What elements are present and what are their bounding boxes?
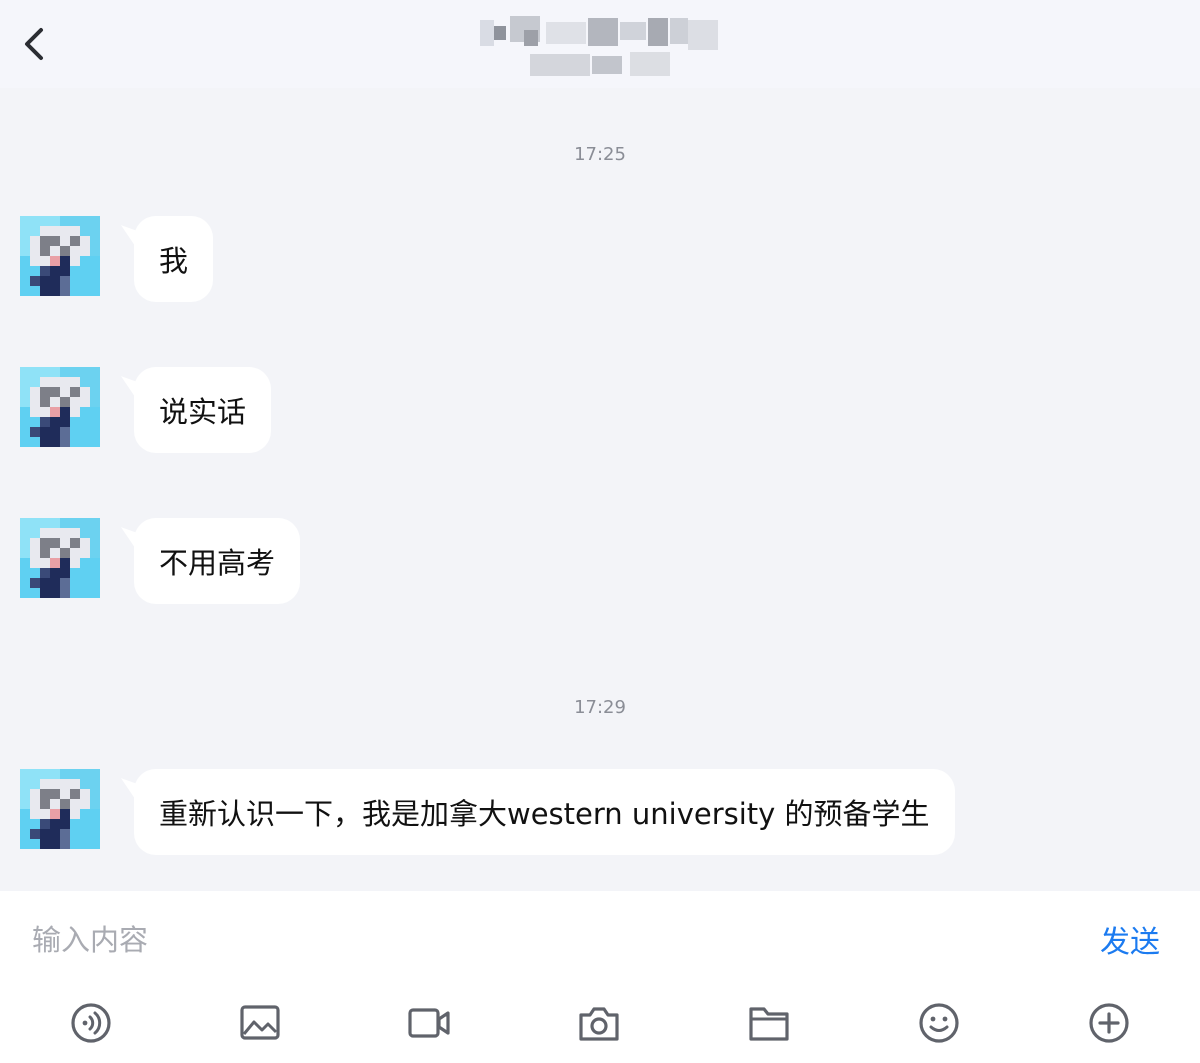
composer: 发送 (0, 891, 1200, 1063)
file-button[interactable] (747, 1001, 791, 1045)
camera-button[interactable] (577, 1001, 621, 1045)
message-bubble[interactable]: 不用高考 (134, 518, 301, 604)
voice-button[interactable] (69, 1001, 113, 1045)
chevron-left-icon (25, 28, 43, 60)
avatar[interactable] (20, 769, 100, 849)
timestamp: 17:25 (574, 144, 626, 165)
more-button[interactable] (1087, 1001, 1131, 1045)
camera-icon (579, 1007, 619, 1041)
video-button[interactable] (407, 1001, 451, 1045)
emoji-icon (919, 1003, 959, 1043)
message-input[interactable] (30, 909, 1034, 971)
emoji-button[interactable] (917, 1001, 961, 1045)
chat-area[interactable]: 17:25 我 说实话 不用高考 17:29 重新认识一下，我是加拿大weste… (0, 88, 1200, 891)
message-bubble[interactable]: 重新认识一下，我是加拿大western university 的预备学生 (134, 769, 955, 855)
timestamp: 17:29 (574, 697, 626, 718)
message-bubble[interactable]: 说实话 (134, 367, 272, 453)
folder-icon (749, 1007, 789, 1041)
message-row: 我 (20, 216, 1180, 306)
message-bubble[interactable]: 我 (134, 216, 214, 302)
message-row: 重新认识一下，我是加拿大western university 的预备学生 (20, 769, 1180, 859)
plus-circle-icon (1089, 1003, 1129, 1043)
voice-icon (71, 1003, 111, 1043)
top-bar (0, 0, 1200, 88)
avatar[interactable] (20, 216, 100, 296)
image-icon (240, 1005, 280, 1040)
message-row: 不用高考 (20, 518, 1180, 608)
image-button[interactable] (238, 1001, 282, 1045)
input-toolbar (0, 1001, 1200, 1049)
back-button[interactable] (14, 22, 58, 66)
chat-title-pixelated (480, 12, 720, 82)
video-icon (408, 1008, 450, 1038)
avatar[interactable] (20, 367, 100, 447)
message-row: 说实话 (20, 367, 1180, 457)
send-button[interactable]: 发送 (1100, 917, 1160, 961)
avatar[interactable] (20, 518, 100, 598)
